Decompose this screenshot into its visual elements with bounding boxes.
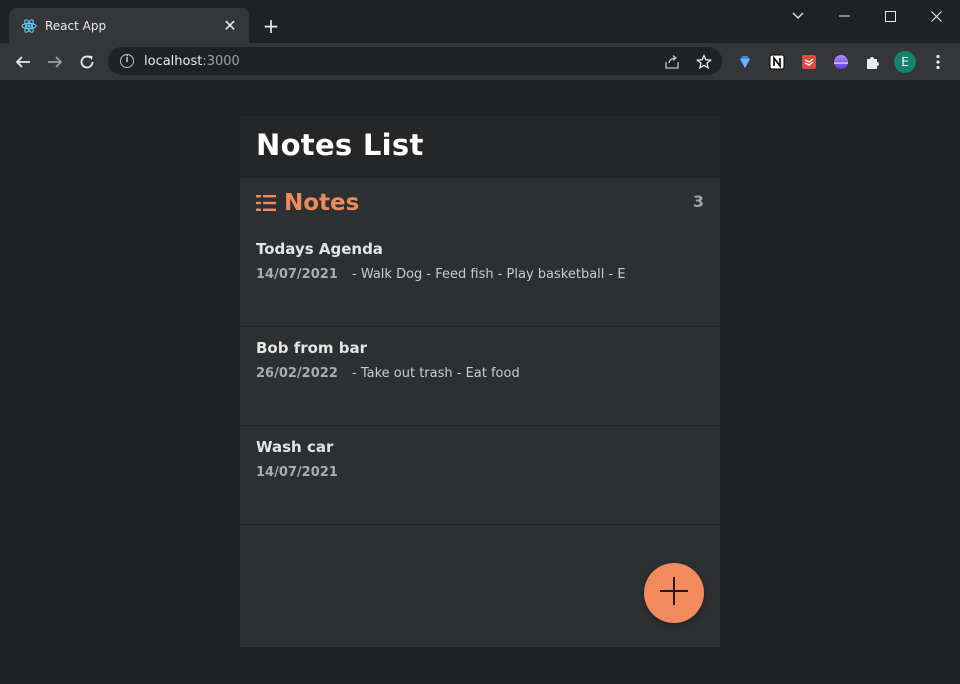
list-item[interactable]: Bob from bar 26/02/2022 - Take out trash… (240, 339, 720, 426)
notes-app: Notes List Notes 3 Todays Agenda 14/07/2… (240, 116, 720, 647)
note-date: 26/02/2022 (256, 366, 338, 381)
react-logo-icon (21, 18, 37, 34)
puzzle-extensions-icon[interactable] (863, 52, 883, 72)
share-icon[interactable] (663, 53, 681, 71)
browser-tab[interactable]: React App ✕ (9, 8, 249, 43)
note-meta: 14/07/2021 - Walk Dog - Feed fish - Play… (256, 267, 704, 282)
minimize-icon[interactable] (821, 4, 867, 28)
list-item[interactable]: Wash car 14/07/2021 (240, 438, 720, 525)
notes-section-header: Notes 3 (240, 178, 720, 228)
new-tab-button[interactable]: + (260, 15, 282, 37)
profile-avatar[interactable]: E (894, 51, 916, 73)
note-meta: 26/02/2022 - Take out trash - Eat food (256, 366, 704, 381)
note-preview: - Take out trash - Eat food (352, 366, 520, 381)
url-port: :3000 (202, 53, 240, 69)
tab-title: React App (45, 18, 107, 33)
notes-list: Todays Agenda 14/07/2021 - Walk Dog - Fe… (240, 240, 720, 525)
note-date: 14/07/2021 (256, 465, 338, 480)
tab-search-icon[interactable] (775, 4, 821, 28)
app-header: Notes List (240, 116, 720, 178)
address-bar[interactable]: i localhost:3000 (108, 47, 722, 75)
tab-close-icon[interactable]: ✕ (221, 16, 239, 35)
more-menu-icon[interactable] (928, 52, 948, 72)
note-date: 14/07/2021 (256, 267, 338, 282)
tab-strip: React App ✕ + (0, 0, 960, 43)
notion-extension-icon[interactable] (767, 52, 787, 72)
maximize-icon[interactable] (867, 4, 913, 28)
note-preview: - Walk Dog - Feed fish - Play basketball… (352, 267, 626, 282)
bookmark-star-icon[interactable] (695, 53, 713, 71)
browser-toolbar: i localhost:3000 E (0, 43, 960, 80)
page-title: Notes List (256, 128, 424, 162)
notes-count: 3 (692, 192, 704, 211)
add-note-button[interactable] (644, 563, 704, 623)
site-info-icon[interactable]: i (120, 54, 134, 68)
note-title: Bob from bar (256, 339, 368, 357)
plus-icon (659, 576, 689, 610)
note-meta: 14/07/2021 (256, 465, 704, 480)
window-close-icon[interactable] (913, 4, 959, 28)
gem-extension-icon[interactable] (735, 52, 755, 72)
list-item[interactable]: Todays Agenda 14/07/2021 - Walk Dog - Fe… (240, 240, 720, 327)
note-title: Wash car (256, 438, 334, 456)
notes-heading: Notes (284, 190, 360, 216)
note-title: Todays Agenda (256, 240, 383, 258)
list-icon (256, 193, 276, 213)
forward-arrow-icon[interactable] (41, 48, 69, 76)
sphere-extension-icon[interactable] (831, 52, 851, 72)
reload-icon[interactable] (73, 48, 101, 76)
todoist-extension-icon[interactable] (799, 52, 819, 72)
back-arrow-icon[interactable] (9, 48, 37, 76)
url-host: localhost (144, 53, 203, 69)
